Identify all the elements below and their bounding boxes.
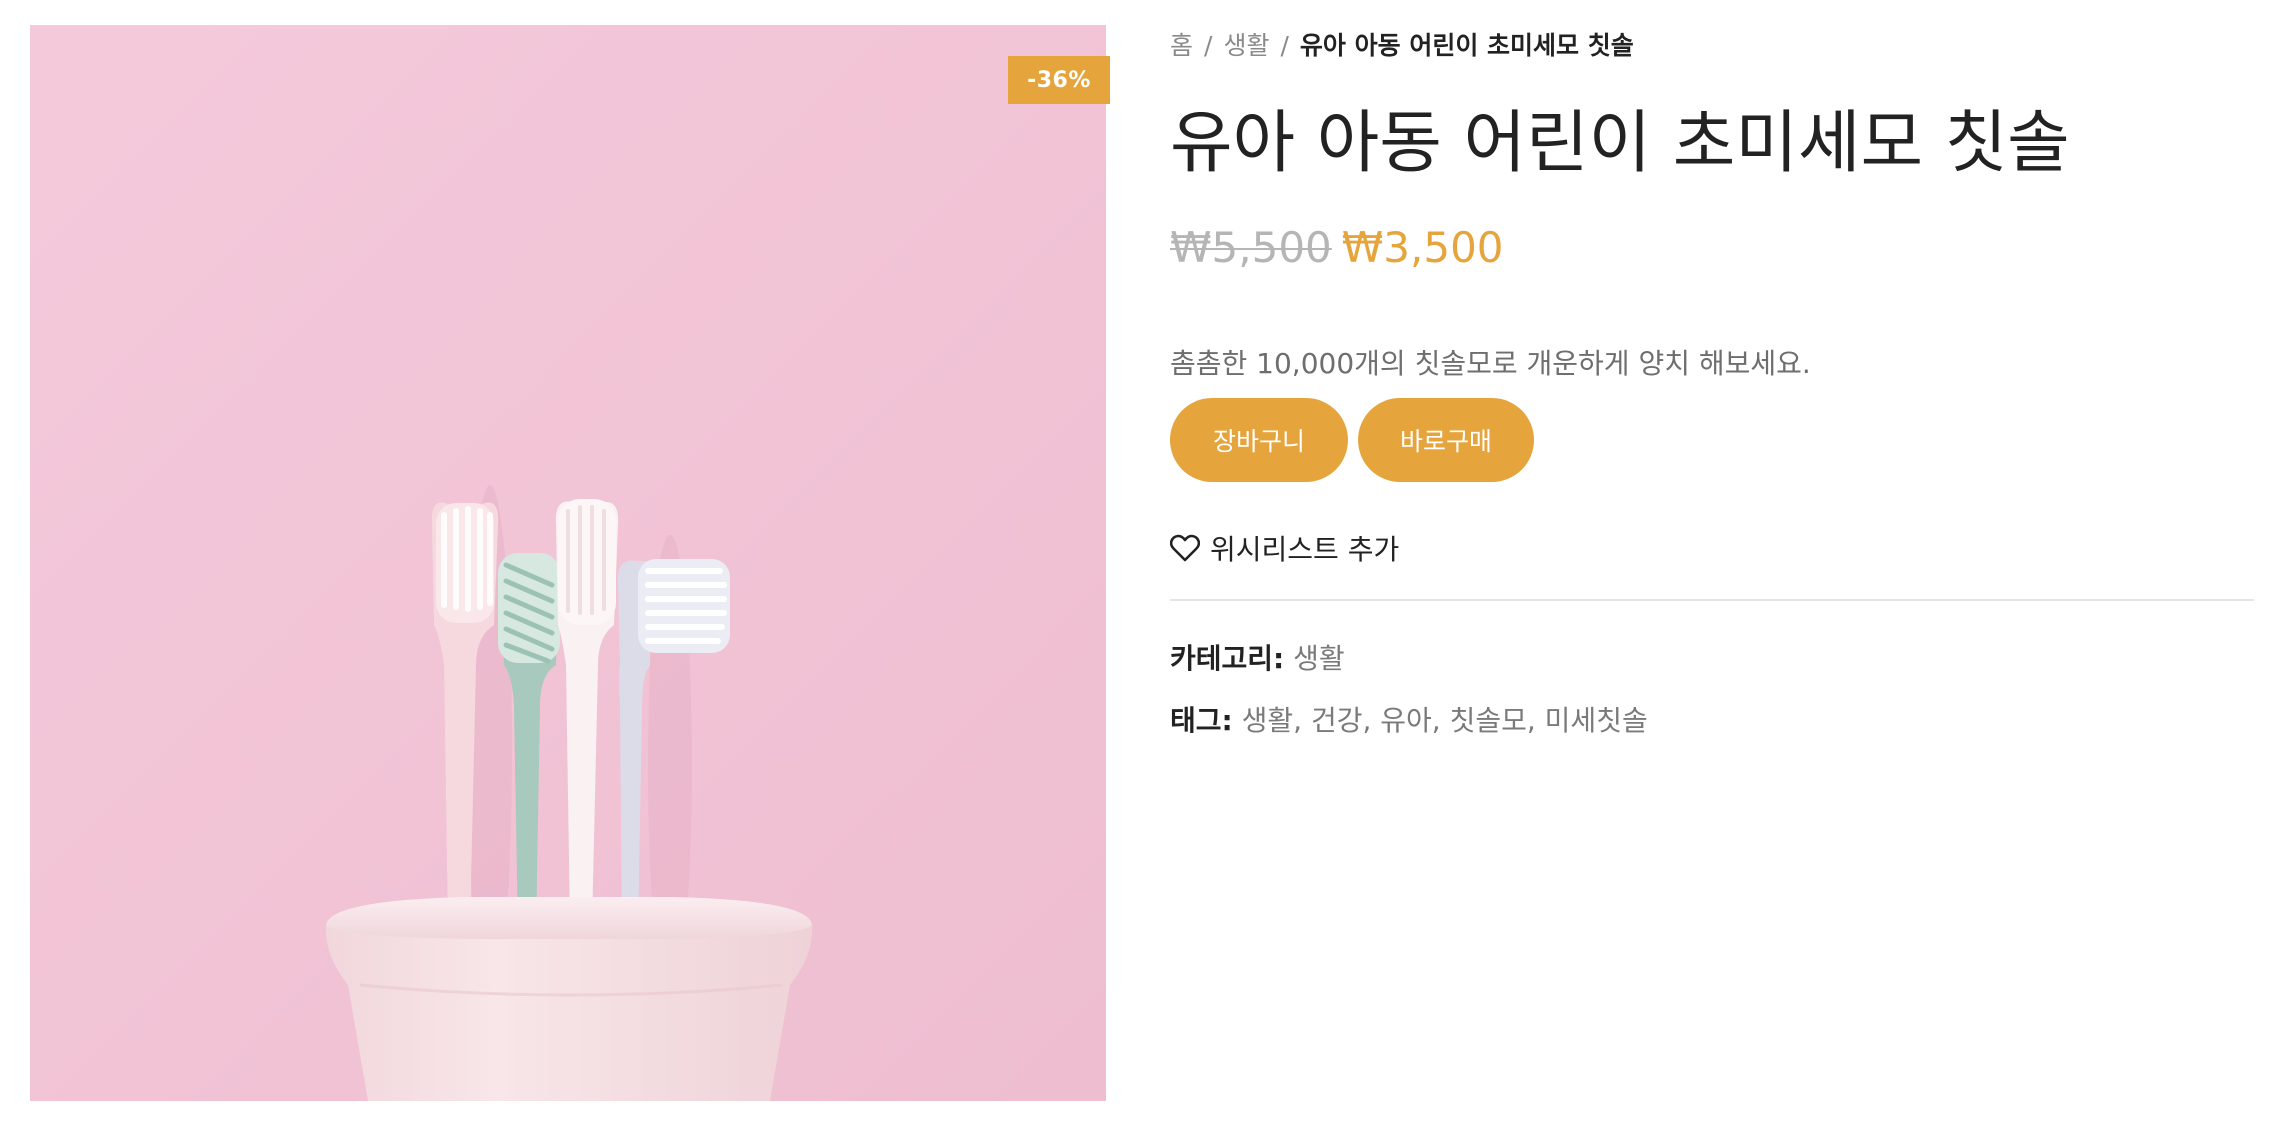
category-link[interactable]: 생활: [1293, 642, 1345, 675]
heart-icon: [1170, 534, 1200, 562]
toothbrush-photo: [30, 25, 1106, 1101]
breadcrumb: 홈 / 생활 / 유아 아동 어린이 초미세모 칫솔: [1170, 28, 1634, 64]
breadcrumb-home-link[interactable]: 홈: [1170, 31, 1193, 60]
regular-price: ₩5,500: [1170, 223, 1332, 272]
product-category: 카테고리: 생활: [1170, 638, 1345, 680]
product-tags: 태그: 생활, 건강, 유아, 칫솔모, 미세칫솔: [1170, 700, 1648, 742]
price: ₩5,500 ₩3,500: [1170, 218, 1504, 278]
cup: [325, 897, 813, 1101]
add-to-cart-button[interactable]: 장바구니: [1170, 398, 1348, 482]
product-image[interactable]: [30, 25, 1106, 1101]
category-label: 카테고리:: [1170, 642, 1285, 675]
add-to-wishlist-link[interactable]: 위시리스트 추가: [1170, 528, 1399, 568]
breadcrumb-separator: /: [1280, 31, 1289, 60]
sale-price: ₩3,500: [1341, 223, 1504, 272]
product-title: 유아 아동 어린이 초미세모 칫솔: [1170, 104, 2070, 183]
divider: [1170, 599, 2254, 601]
short-description: 촘촘한 10,000개의 칫솔모로 개운하게 양치 해보세요.: [1170, 347, 1811, 380]
sale-badge: -36%: [1008, 56, 1110, 104]
wishlist-label: 위시리스트 추가: [1210, 533, 1400, 566]
buy-now-button[interactable]: 바로구매: [1358, 398, 1534, 482]
tags-value[interactable]: 생활, 건강, 유아, 칫솔모, 미세칫솔: [1242, 704, 1648, 737]
breadcrumb-separator: /: [1204, 31, 1213, 60]
breadcrumb-current: 유아 아동 어린이 초미세모 칫솔: [1299, 31, 1634, 60]
purchase-actions: 장바구니 바로구매: [1170, 398, 1534, 482]
tags-label: 태그:: [1170, 704, 1233, 737]
breadcrumb-category-link[interactable]: 생활: [1223, 31, 1269, 60]
